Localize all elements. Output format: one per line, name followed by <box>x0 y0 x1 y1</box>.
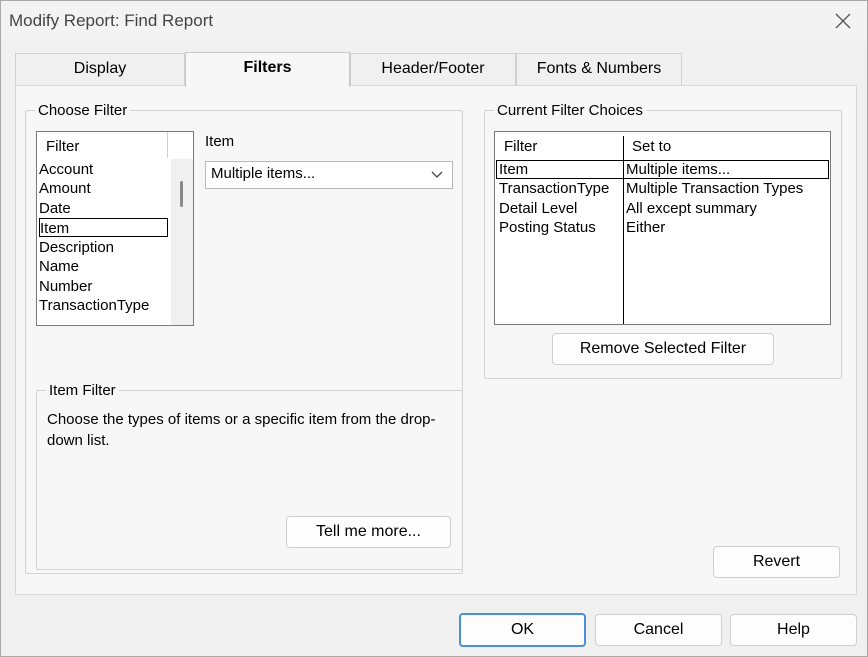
col-filter-header: Filter <box>504 138 538 155</box>
tab-header-footer-label: Header/Footer <box>381 60 485 77</box>
tell-me-more-button[interactable]: Tell me more... <box>286 516 451 548</box>
item-filter-legend: Item Filter <box>49 382 116 399</box>
tab-fonts-numbers[interactable]: Fonts & Numbers <box>516 53 682 85</box>
item-dropdown-value: Multiple items... <box>211 165 316 182</box>
cancel-button[interactable]: Cancel <box>595 614 722 646</box>
current-filter-transactiontype-name[interactable]: TransactionType <box>499 179 609 198</box>
current-filter-posting-status-name[interactable]: Posting Status <box>499 218 596 237</box>
choose-filter-legend: Choose Filter <box>38 102 128 119</box>
tab-display-label: Display <box>73 60 127 77</box>
title-bar: Modify Report: Find Report <box>1 1 867 41</box>
current-filter-item-value[interactable]: Multiple items... <box>626 160 730 179</box>
current-filter-detail-level-value[interactable]: All except summary <box>626 199 757 218</box>
filter-option-transactiontype[interactable]: TransactionType <box>39 296 149 315</box>
filters-panel: Choose Filter Filter Account Amount Date… <box>15 85 857 595</box>
filter-option-amount[interactable]: Amount <box>39 179 91 198</box>
filter-list-header: Filter <box>46 138 80 155</box>
tab-header-footer[interactable]: Header/Footer <box>350 53 516 85</box>
current-filter-item-name[interactable]: Item <box>499 160 528 179</box>
tab-filters[interactable]: Filters <box>185 52 350 87</box>
chevron-down-icon <box>431 171 443 178</box>
filter-option-name[interactable]: Name <box>39 257 79 276</box>
filter-option-account[interactable]: Account <box>39 160 93 179</box>
revert-button[interactable]: Revert <box>713 546 840 578</box>
current-filter-transactiontype-value[interactable]: Multiple Transaction Types <box>626 179 803 198</box>
filter-option-description[interactable]: Description <box>39 238 114 257</box>
item-filter-description: Choose the types of items or a specific … <box>47 411 436 449</box>
close-icon[interactable] <box>833 11 853 31</box>
filter-list-scrollbar[interactable] <box>171 159 193 325</box>
filter-option-number[interactable]: Number <box>39 277 92 296</box>
scroll-thumb[interactable] <box>180 181 183 207</box>
tab-display[interactable]: Display <box>15 53 185 85</box>
current-filter-choices-legend: Current Filter Choices <box>497 102 643 119</box>
current-filters-list[interactable]: Filter Set to Item Multiple items... Tra… <box>494 131 831 325</box>
modify-report-dialog: Modify Report: Find Report Display Filte… <box>0 0 868 657</box>
remove-selected-filter-button[interactable]: Remove Selected Filter <box>552 333 774 365</box>
help-button[interactable]: Help <box>730 614 857 646</box>
current-filter-posting-status-value[interactable]: Either <box>626 218 665 237</box>
filter-option-date[interactable]: Date <box>39 199 71 218</box>
window-title: Modify Report: Find Report <box>9 11 214 30</box>
tab-filters-label: Filters <box>243 59 292 76</box>
filter-listbox[interactable]: Filter Account Amount Date Item Descript… <box>36 131 194 326</box>
item-label: Item <box>205 133 235 150</box>
col-set-to-header: Set to <box>632 138 672 155</box>
ok-button[interactable]: OK <box>459 613 586 647</box>
item-dropdown[interactable]: Multiple items... <box>205 161 453 189</box>
tab-fonts-numbers-label: Fonts & Numbers <box>536 60 662 77</box>
header-divider <box>167 132 168 158</box>
current-filter-detail-level-name[interactable]: Detail Level <box>499 199 577 218</box>
filter-option-item[interactable]: Item <box>39 218 168 237</box>
